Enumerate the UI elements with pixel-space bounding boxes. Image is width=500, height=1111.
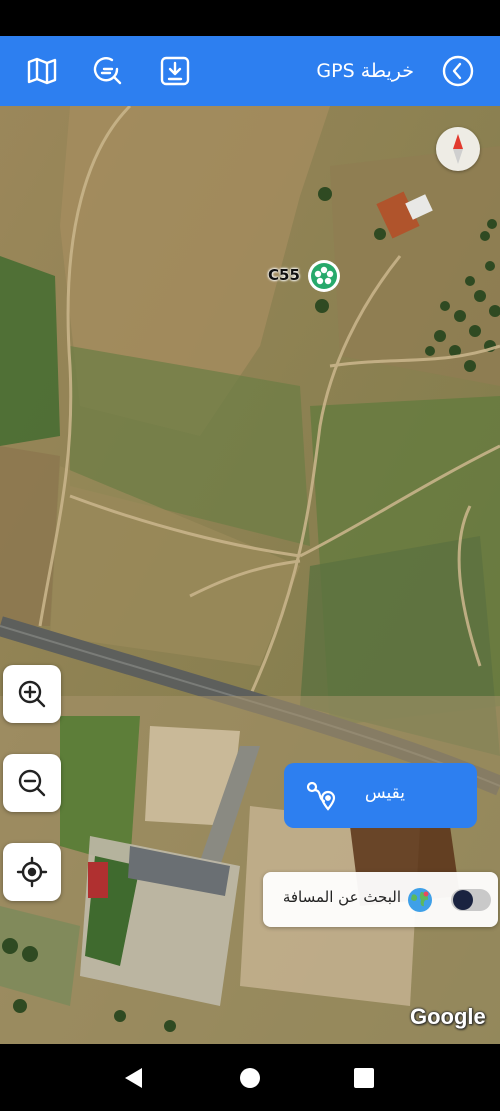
distance-search-label: البحث عن المسافة <box>282 888 401 906</box>
distance-search-card: البحث عن المسافة <box>263 872 498 927</box>
triangle-back-icon[interactable] <box>120 1064 148 1092</box>
marker-label: C55 <box>268 266 300 284</box>
chevron-left-circle-icon[interactable] <box>440 53 476 89</box>
google-attribution: Google <box>410 1004 486 1029</box>
globe-icon <box>406 886 434 914</box>
square-recents-icon[interactable] <box>350 1064 378 1092</box>
compass-icon[interactable] <box>436 127 480 171</box>
magnifier-icon[interactable] <box>90 53 126 89</box>
zoom-in-button[interactable] <box>3 665 61 723</box>
toggle-knob <box>453 890 473 910</box>
satellite-map[interactable]: C55 يقيس البحث عن المسافة Google <box>0 106 500 1044</box>
page-title: خريطة GPS <box>316 60 414 82</box>
system-nav-bar <box>0 1044 500 1111</box>
measure-button[interactable]: يقيس <box>284 763 477 828</box>
zoom-out-button[interactable] <box>3 754 61 812</box>
download-tray-icon[interactable] <box>157 53 193 89</box>
my-location-button[interactable] <box>3 843 61 901</box>
zoom-in-icon <box>18 680 46 708</box>
flower-pin-icon[interactable] <box>306 258 342 294</box>
folded-map-icon[interactable] <box>24 53 60 89</box>
measure-label: يقيس <box>364 783 405 803</box>
circle-home-icon[interactable] <box>236 1064 264 1092</box>
my-location-icon <box>16 856 48 888</box>
route-pin-icon <box>304 779 338 813</box>
distance-search-toggle[interactable] <box>451 889 491 911</box>
status-bar <box>0 0 500 36</box>
zoom-out-icon <box>18 769 46 797</box>
app-bar: خريطة GPS <box>0 36 500 106</box>
